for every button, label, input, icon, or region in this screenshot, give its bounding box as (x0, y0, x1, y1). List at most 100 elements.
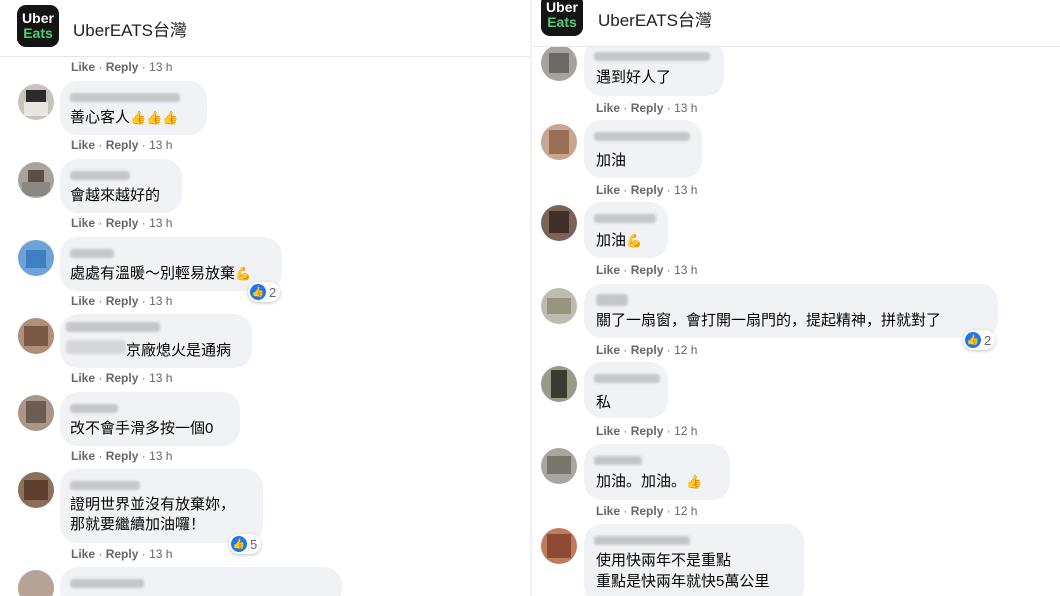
comment-actions: Like · Reply · 13 h (596, 183, 698, 197)
reply-link[interactable]: Reply (106, 449, 139, 463)
commenter-name[interactable] (594, 536, 690, 545)
reaction-count[interactable]: 👍 2 (963, 330, 996, 350)
page-header: Uber Eats UberEATS台灣 (0, 0, 530, 57)
avatar[interactable] (18, 472, 54, 508)
reply-link[interactable]: Reply (631, 263, 664, 277)
timestamp: 12 h (674, 504, 698, 518)
like-link[interactable]: Like (71, 138, 95, 152)
flexed-biceps-icon: 💪 (235, 266, 252, 281)
reaction-count[interactable]: 👍 2 (248, 282, 281, 302)
avatar[interactable] (541, 366, 577, 402)
commenter-name[interactable] (596, 294, 628, 306)
reply-link[interactable]: Reply (631, 183, 664, 197)
comment-bubble: 使用快兩年不是重點 重點是快兩年就快5萬公里 (584, 524, 804, 596)
commenter-name[interactable] (594, 132, 690, 141)
like-link[interactable]: Like (596, 424, 620, 438)
comment-bubble: 遇到好人了 (584, 40, 724, 96)
like-link[interactable]: Like (71, 547, 95, 561)
like-reaction-icon: 👍 (965, 332, 981, 348)
commenter-name[interactable] (66, 322, 160, 332)
flexed-biceps-icon: 💪 (626, 233, 643, 248)
comment-bubble: 私 (584, 362, 668, 418)
comment-actions: Like · Reply · 12 h (596, 343, 698, 357)
comment-text: 加油 (596, 152, 627, 169)
comment-bubble: 加油💪 (584, 202, 668, 258)
left-screenshot: Uber Eats UberEATS台灣 Like · Reply · 13 h… (0, 0, 530, 596)
comment-text: 加油。加油。 (596, 473, 687, 490)
avatar[interactable] (541, 288, 577, 324)
comment-bubble: 京廠熄火是通病 (60, 314, 252, 368)
reply-link[interactable]: Reply (631, 504, 664, 518)
reply-link[interactable]: Reply (631, 343, 664, 357)
avatar[interactable] (18, 395, 54, 431)
reply-link[interactable]: Reply (106, 216, 139, 230)
reply-link[interactable]: Reply (106, 371, 139, 385)
comment-actions: Like · Reply · 13 h (71, 449, 173, 463)
like-link[interactable]: Like (71, 371, 95, 385)
comment-actions: Like · Reply · 13 h (596, 263, 698, 277)
timestamp: 12 h (674, 343, 698, 357)
commenter-name[interactable] (70, 579, 144, 588)
commenter-name[interactable] (594, 214, 656, 223)
commenter-name[interactable] (70, 93, 180, 102)
like-link[interactable]: Like (71, 294, 95, 308)
avatar[interactable] (18, 570, 54, 596)
avatar[interactable] (541, 205, 577, 241)
right-screenshot: Uber Eats UberEATS台灣 遇到好人了 Like · Reply … (532, 0, 1060, 596)
commenter-name[interactable] (70, 249, 114, 258)
comment-bubble: 證明世界並沒有放棄妳， 那就要繼續加油囉！ (60, 469, 263, 543)
timestamp: 13 h (674, 263, 698, 277)
avatar[interactable] (18, 240, 54, 276)
comment-bubble: 處處有溫暖～別輕易放棄💪 (60, 237, 282, 291)
avatar[interactable] (18, 318, 54, 354)
comment-text: 處處有溫暖～別輕易放棄 (70, 265, 236, 282)
comment-bubble: 改不會手滑多按一個0 (60, 392, 240, 446)
reply-link[interactable]: Reply (106, 138, 139, 152)
reaction-count[interactable]: 👍 5 (229, 534, 262, 554)
avatar[interactable] (18, 162, 54, 198)
avatar[interactable] (541, 528, 577, 564)
comment-actions: Like · Reply · 13 h (71, 60, 173, 74)
avatar[interactable] (18, 84, 54, 120)
commenter-name[interactable] (70, 481, 140, 490)
reply-link[interactable]: Reply (106, 294, 139, 308)
ubereats-logo[interactable]: Uber Eats (17, 5, 59, 47)
reply-link[interactable]: Reply (631, 424, 664, 438)
comment-text: 會越來越好的 (70, 187, 161, 204)
reply-link[interactable]: Reply (106, 60, 139, 74)
commenter-name[interactable] (594, 374, 660, 383)
reply-link[interactable]: Reply (106, 547, 139, 561)
like-link[interactable]: Like (71, 216, 95, 230)
comment-actions: Like · Reply · 13 h (71, 216, 173, 230)
comment-text: 關了一扇窗，會打開一扇門的，提起精神，拼就對了 (596, 312, 942, 329)
ubereats-logo[interactable]: Uber Eats (541, 0, 583, 36)
timestamp: 13 h (149, 138, 173, 152)
avatar[interactable] (541, 448, 577, 484)
like-link[interactable]: Like (596, 263, 620, 277)
timestamp: 12 h (674, 424, 698, 438)
timestamp: 13 h (149, 449, 173, 463)
commenter-name[interactable] (70, 404, 118, 413)
comment-text: 改不會手滑多按一個0 (70, 420, 214, 437)
comment-text: 善心客人 (70, 109, 131, 126)
comment-text: 遇到好人了 (596, 69, 672, 86)
like-link[interactable]: Like (71, 449, 95, 463)
like-link[interactable]: Like (596, 183, 620, 197)
page-name[interactable]: UberEATS台灣 (598, 6, 712, 31)
like-link[interactable]: Like (71, 60, 95, 74)
commenter-name[interactable] (594, 456, 642, 465)
comment-bubble: 會越來越好的 (60, 159, 182, 213)
commenter-name[interactable] (70, 171, 130, 180)
avatar[interactable] (541, 45, 577, 81)
comment-text: 加油 (596, 232, 627, 249)
comment-actions: Like · Reply · 12 h (596, 504, 698, 518)
timestamp: 13 h (149, 547, 173, 561)
like-link[interactable]: Like (596, 343, 620, 357)
page-name[interactable]: UberEATS台灣 (73, 16, 187, 41)
timestamp: 13 h (149, 216, 173, 230)
like-link[interactable]: Like (596, 101, 620, 115)
like-link[interactable]: Like (596, 504, 620, 518)
reply-link[interactable]: Reply (631, 101, 664, 115)
avatar[interactable] (541, 124, 577, 160)
commenter-name[interactable] (594, 52, 710, 61)
